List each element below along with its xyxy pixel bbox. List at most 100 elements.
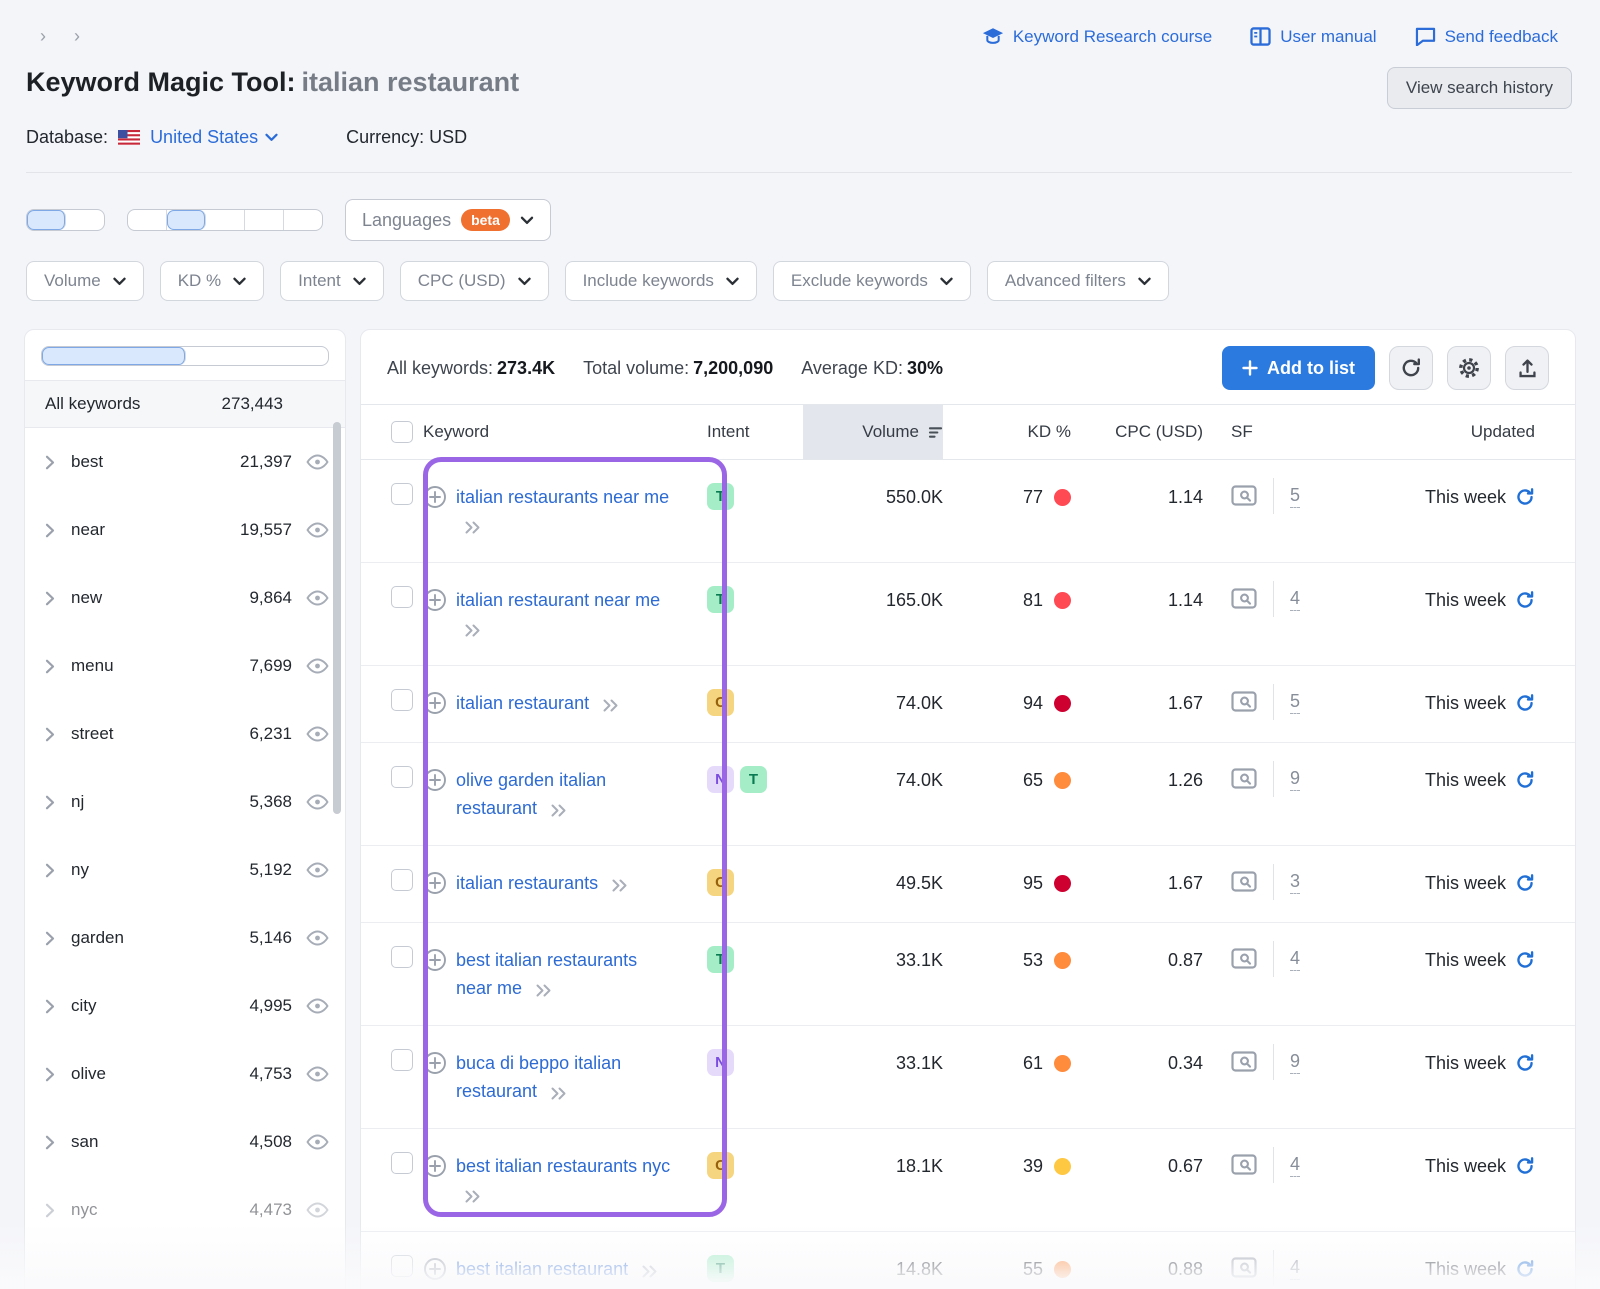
filter-dropdown[interactable]: Intent xyxy=(280,261,384,301)
keyword-research-course-link[interactable]: Keyword Research course xyxy=(982,27,1212,47)
add-keyword-icon[interactable] xyxy=(423,948,447,1002)
eye-icon[interactable] xyxy=(306,1134,329,1150)
filter-dropdown[interactable]: Exclude keywords xyxy=(773,261,971,301)
chevron-right-icon[interactable] xyxy=(45,1067,55,1082)
row-checkbox[interactable] xyxy=(391,689,413,711)
keyword-group-row[interactable]: city 4,995 xyxy=(25,972,345,1040)
serp-preview-icon[interactable] xyxy=(1231,871,1257,892)
chevron-right-icon[interactable] xyxy=(45,1135,55,1150)
export-button[interactable] xyxy=(1505,346,1549,390)
refresh-keyword-icon[interactable] xyxy=(1515,950,1535,970)
chevron-right-icon[interactable] xyxy=(45,727,55,742)
chevron-right-icon[interactable] xyxy=(45,1203,55,1218)
languages-dropdown[interactable]: Languages beta xyxy=(345,199,551,241)
row-checkbox[interactable] xyxy=(391,483,413,505)
column-cpc[interactable]: CPC (USD) xyxy=(1071,405,1203,459)
refresh-metrics-button[interactable] xyxy=(1389,346,1433,390)
refresh-keyword-icon[interactable] xyxy=(1515,1053,1535,1073)
keyword-group-row[interactable]: olive 4,753 xyxy=(25,1040,345,1108)
add-to-list-button[interactable]: Add to list xyxy=(1222,346,1375,390)
table-settings-button[interactable] xyxy=(1447,346,1491,390)
chevron-right-icon[interactable] xyxy=(45,455,55,470)
keyword-group-row[interactable]: nj 5,368 xyxy=(25,768,345,836)
select-all-checkbox[interactable] xyxy=(391,421,413,443)
match-tab[interactable] xyxy=(284,210,322,230)
column-volume[interactable]: Volume xyxy=(803,405,943,459)
sidebar-sort-tab[interactable] xyxy=(186,347,329,365)
open-keyword-icon[interactable] xyxy=(464,1190,482,1203)
eye-icon[interactable] xyxy=(306,930,329,946)
chevron-right-icon[interactable] xyxy=(45,999,55,1014)
add-keyword-icon[interactable] xyxy=(423,691,447,717)
add-keyword-icon[interactable] xyxy=(423,871,447,897)
row-checkbox[interactable] xyxy=(391,869,413,891)
sf-count[interactable]: 4 xyxy=(1290,586,1300,611)
keyword-group-row[interactable]: garden 5,146 xyxy=(25,904,345,972)
match-tab[interactable] xyxy=(206,210,245,230)
open-keyword-icon[interactable] xyxy=(602,699,620,712)
column-kd[interactable]: KD % xyxy=(943,405,1071,459)
view-search-history-button[interactable]: View search history xyxy=(1387,67,1572,109)
chevron-right-icon[interactable] xyxy=(45,659,55,674)
refresh-keyword-icon[interactable] xyxy=(1515,770,1535,790)
serp-preview-icon[interactable] xyxy=(1231,1051,1257,1072)
eye-icon[interactable] xyxy=(306,522,329,538)
match-tab[interactable] xyxy=(128,210,167,230)
row-checkbox[interactable] xyxy=(391,1255,413,1277)
refresh-keyword-icon[interactable] xyxy=(1515,1259,1535,1279)
add-keyword-icon[interactable] xyxy=(423,485,447,539)
database-selector[interactable]: United States xyxy=(150,127,278,148)
chevron-right-icon[interactable] xyxy=(45,795,55,810)
open-keyword-icon[interactable] xyxy=(535,984,553,997)
eye-icon[interactable] xyxy=(306,998,329,1014)
sf-count[interactable]: 5 xyxy=(1290,689,1300,714)
serp-preview-icon[interactable] xyxy=(1231,1257,1257,1278)
keyword-group-row[interactable]: ny 5,192 xyxy=(25,836,345,904)
chevron-right-icon[interactable] xyxy=(45,863,55,878)
user-manual-link[interactable]: User manual xyxy=(1250,27,1376,47)
refresh-keyword-icon[interactable] xyxy=(1515,1156,1535,1176)
serp-preview-icon[interactable] xyxy=(1231,588,1257,609)
keyword-link[interactable]: italian restaurant near me xyxy=(456,590,660,610)
open-keyword-icon[interactable] xyxy=(464,624,482,637)
filter-dropdown[interactable]: KD % xyxy=(160,261,264,301)
keyword-link[interactable]: italian restaurants xyxy=(456,873,598,893)
match-tab[interactable] xyxy=(167,210,206,230)
keyword-link[interactable]: best italian restaurants nyc xyxy=(456,1156,670,1176)
keyword-group-row[interactable]: near 19,557 xyxy=(25,496,345,564)
sidebar-sort-tab[interactable] xyxy=(42,347,186,365)
serp-preview-icon[interactable] xyxy=(1231,485,1257,506)
match-tab[interactable] xyxy=(66,210,104,230)
keyword-group-row[interactable]: best 21,397 xyxy=(25,428,345,496)
keyword-group-row[interactable]: new 9,864 xyxy=(25,564,345,632)
filter-dropdown[interactable]: CPC (USD) xyxy=(400,261,549,301)
open-keyword-icon[interactable] xyxy=(550,1087,568,1100)
row-checkbox[interactable] xyxy=(391,766,413,788)
eye-icon[interactable] xyxy=(306,862,329,878)
eye-icon[interactable] xyxy=(306,590,329,606)
add-keyword-icon[interactable] xyxy=(423,768,447,822)
breadcrumb-item[interactable] xyxy=(60,26,94,47)
sf-count[interactable]: 9 xyxy=(1290,766,1300,791)
eye-icon[interactable] xyxy=(306,726,329,742)
eye-icon[interactable] xyxy=(306,454,329,470)
add-keyword-icon[interactable] xyxy=(423,588,447,642)
row-checkbox[interactable] xyxy=(391,586,413,608)
keyword-link[interactable]: buca di beppo italian restaurant xyxy=(456,1053,621,1101)
serp-preview-icon[interactable] xyxy=(1231,948,1257,969)
sf-count[interactable]: 4 xyxy=(1290,946,1300,971)
eye-icon[interactable] xyxy=(306,1202,329,1218)
serp-preview-icon[interactable] xyxy=(1231,691,1257,712)
keyword-link[interactable]: italian restaurants near me xyxy=(456,487,669,507)
keyword-link[interactable]: olive garden italian restaurant xyxy=(456,770,606,818)
chevron-right-icon[interactable] xyxy=(45,931,55,946)
filter-dropdown[interactable]: Include keywords xyxy=(565,261,757,301)
breadcrumb-item[interactable] xyxy=(26,26,60,47)
serp-preview-icon[interactable] xyxy=(1231,768,1257,789)
sf-count[interactable]: 4 xyxy=(1290,1255,1300,1280)
keyword-link[interactable]: italian restaurant xyxy=(456,693,589,713)
open-keyword-icon[interactable] xyxy=(550,804,568,817)
keyword-group-row[interactable]: san 4,508 xyxy=(25,1108,345,1176)
sf-count[interactable]: 9 xyxy=(1290,1049,1300,1074)
open-keyword-icon[interactable] xyxy=(641,1265,659,1278)
